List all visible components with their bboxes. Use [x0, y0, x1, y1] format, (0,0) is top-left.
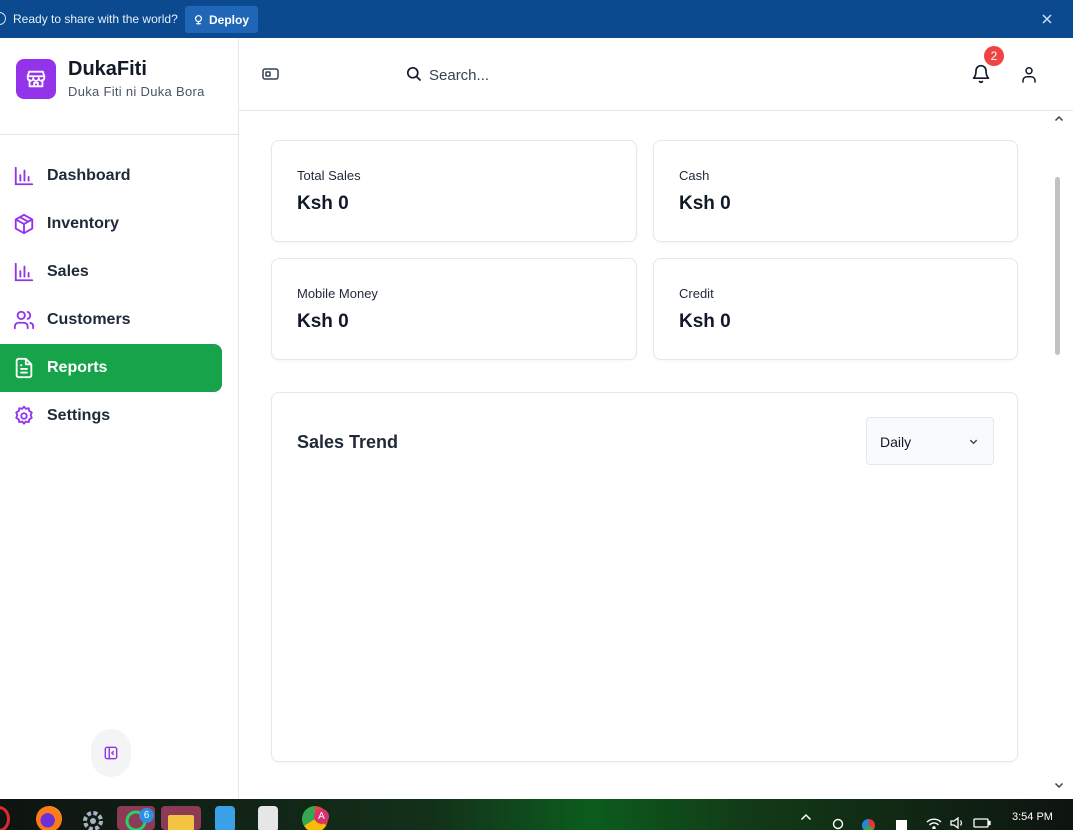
- chevron-down-icon: [969, 439, 978, 445]
- taskbar-clock: 3:54 PM: [1012, 811, 1053, 823]
- sidebar: DukaFiti Duka Fiti ni Duka Bora Dashboar…: [0, 38, 239, 799]
- color-app-icon[interactable]: [862, 819, 875, 830]
- search-icon: [406, 66, 422, 82]
- sidebar-divider: [0, 134, 238, 135]
- battery-icon[interactable]: [973, 817, 991, 829]
- sidebar-item-reports[interactable]: Reports: [0, 344, 222, 392]
- scrollbar-thumb[interactable]: [1055, 177, 1060, 355]
- brand-tagline: Duka Fiti ni Duka Bora: [68, 84, 205, 99]
- stat-label: Total Sales: [297, 168, 361, 183]
- deploy-button[interactable]: Deploy: [185, 6, 259, 33]
- bar-chart-icon: [12, 165, 35, 188]
- sidebar-item-inventory[interactable]: Inventory: [0, 200, 222, 248]
- gear-icon: [12, 405, 35, 428]
- search-input[interactable]: [429, 62, 729, 88]
- deploy-banner: Ready to share with the world? Deploy: [0, 0, 1073, 38]
- stat-value: Ksh 0: [679, 193, 731, 214]
- file-explorer-icon[interactable]: [161, 806, 201, 830]
- period-value: Daily: [880, 434, 912, 450]
- bell-icon[interactable]: [971, 64, 991, 84]
- chevron-up-icon[interactable]: [800, 812, 812, 822]
- app-icon[interactable]: [258, 806, 278, 830]
- stat-value: Ksh 0: [297, 311, 349, 332]
- volume-icon[interactable]: [950, 817, 965, 829]
- users-icon: [12, 309, 35, 332]
- app-tray-icon[interactable]: [896, 820, 907, 830]
- chevron-up-icon[interactable]: [1054, 114, 1064, 124]
- file-text-icon: [12, 357, 35, 380]
- panel-left-icon: [104, 746, 118, 760]
- brand-name: DukaFiti: [68, 58, 147, 80]
- chrome-profile-badge: A: [314, 809, 329, 824]
- top-header: 2: [239, 38, 1073, 111]
- firefox-icon[interactable]: [36, 806, 62, 830]
- period-select[interactable]: Daily: [866, 417, 994, 465]
- stat-label: Credit: [679, 286, 714, 301]
- sidebar-nav: Dashboard Inventory Sales Customers Repo…: [0, 152, 238, 440]
- user-icon[interactable]: [1020, 65, 1038, 84]
- brand: DukaFiti Duka Fiti ni Duka Bora: [16, 58, 205, 99]
- stat-card-total-sales: Total Sales Ksh 0: [271, 140, 637, 242]
- stat-value: Ksh 0: [297, 193, 349, 214]
- sales-trend-card: Sales Trend Daily: [271, 392, 1018, 762]
- sidebar-item-label: Sales: [47, 263, 89, 280]
- stat-card-cash: Cash Ksh 0: [653, 140, 1018, 242]
- opera-icon[interactable]: [0, 806, 10, 830]
- sidebar-item-label: Reports: [47, 359, 108, 376]
- sidebar-item-label: Customers: [47, 311, 131, 328]
- sidebar-item-dashboard[interactable]: Dashboard: [0, 152, 222, 200]
- deploy-label: Deploy: [209, 12, 250, 27]
- close-icon[interactable]: [1040, 12, 1054, 26]
- sidebar-item-settings[interactable]: Settings: [0, 392, 222, 440]
- info-icon: [0, 12, 6, 25]
- package-icon: [12, 213, 35, 236]
- location-icon[interactable]: [831, 817, 845, 830]
- bar-chart-icon: [12, 261, 35, 284]
- notepad-icon[interactable]: [215, 806, 235, 830]
- sidebar-item-label: Inventory: [47, 215, 120, 232]
- sidebar-item-sales[interactable]: Sales: [0, 248, 222, 296]
- stat-card-credit: Credit Ksh 0: [653, 258, 1018, 360]
- whatsapp-badge: 6: [139, 808, 154, 823]
- stat-label: Mobile Money: [297, 286, 378, 301]
- store-icon: [16, 58, 56, 99]
- stat-label: Cash: [679, 168, 710, 183]
- banner-message: Ready to share with the world?: [13, 12, 178, 26]
- sidebar-toggle-icon[interactable]: [262, 67, 279, 81]
- stat-card-mobile-money: Mobile Money Ksh 0: [271, 258, 637, 360]
- sidebar-item-customers[interactable]: Customers: [0, 296, 222, 344]
- scrollbar[interactable]: [1049, 111, 1073, 799]
- wifi-icon[interactable]: [926, 817, 942, 829]
- sidebar-item-label: Dashboard: [47, 167, 131, 184]
- notification-badge: 2: [984, 46, 1004, 66]
- sales-trend-chart-area: [297, 489, 994, 739]
- settings-app-icon[interactable]: [80, 806, 106, 830]
- rocket-icon: [194, 14, 203, 25]
- stat-value: Ksh 0: [679, 311, 731, 332]
- os-taskbar: 6 A 3:54 PM: [0, 799, 1073, 830]
- collapse-sidebar-button[interactable]: [91, 729, 131, 777]
- sidebar-item-label: Settings: [47, 407, 111, 424]
- chevron-down-icon[interactable]: [1054, 780, 1064, 790]
- sales-trend-title: Sales Trend: [297, 432, 399, 452]
